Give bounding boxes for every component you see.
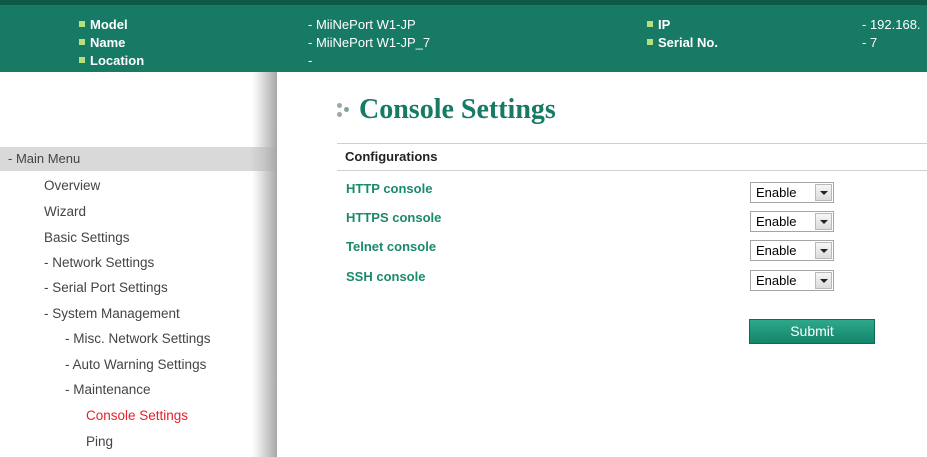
submit-button[interactable]: Submit — [749, 319, 875, 344]
bullet-icon — [79, 39, 85, 45]
main-menu-header[interactable]: - Main Menu — [0, 147, 277, 171]
menu-item-console-settings[interactable]: Console Settings — [86, 408, 188, 423]
chevron-down-icon[interactable] — [815, 213, 832, 230]
bullet-icon — [79, 57, 85, 63]
chevron-down-icon[interactable] — [815, 184, 832, 201]
serial-label: Serial No. — [647, 35, 718, 50]
https-console-label: HTTPS console — [346, 210, 442, 225]
menu-item-network-settings[interactable]: - Network Settings — [44, 255, 154, 270]
menu-item-serial-port-settings[interactable]: - Serial Port Settings — [44, 280, 168, 295]
menu-item-wizard[interactable]: Wizard — [44, 204, 86, 219]
bullet-icon — [647, 39, 653, 45]
dots-icon — [337, 101, 355, 119]
menu-item-ping[interactable]: Ping — [86, 434, 113, 449]
name-label: Name — [79, 35, 125, 50]
model-label: Model — [79, 17, 128, 32]
http-console-select[interactable]: Enable — [750, 182, 834, 203]
ssh-console-select[interactable]: Enable — [750, 270, 834, 291]
ssh-console-label: SSH console — [346, 269, 426, 284]
menu-item-system-management[interactable]: - System Management — [44, 306, 180, 321]
serial-value: - 7 — [862, 35, 878, 50]
telnet-console-select[interactable]: Enable — [750, 240, 834, 261]
location-value: - — [308, 53, 313, 68]
menu-item-basic-settings[interactable]: Basic Settings — [44, 230, 130, 245]
telnet-console-label: Telnet console — [346, 239, 437, 254]
https-console-select[interactable]: Enable — [750, 211, 834, 232]
location-label: Location — [79, 53, 144, 68]
name-value: - MiiNePort W1-JP_7 — [308, 35, 431, 50]
menu-item-maintenance[interactable]: - Maintenance — [65, 382, 151, 397]
ip-label: IP — [647, 17, 670, 32]
bullet-icon — [79, 21, 85, 27]
model-value: - MiiNePort W1-JP — [308, 17, 416, 32]
page-title: Console Settings — [337, 92, 556, 128]
chevron-down-icon[interactable] — [815, 242, 832, 259]
http-console-label: HTTP console — [346, 181, 433, 196]
ip-value: - 192.168. — [862, 17, 921, 32]
bullet-icon — [647, 21, 653, 27]
menu-item-auto-warning-settings[interactable]: - Auto Warning Settings — [65, 357, 206, 372]
configurations-section-header: Configurations — [337, 143, 927, 171]
sidebar: - Main Menu Overview Wizard Basic Settin… — [0, 72, 277, 457]
menu-item-overview[interactable]: Overview — [44, 178, 100, 193]
chevron-down-icon[interactable] — [815, 272, 832, 289]
menu-item-misc-network-settings[interactable]: - Misc. Network Settings — [65, 331, 211, 346]
device-info-header: Model - MiiNePort W1-JP Name - MiiNePort… — [0, 0, 927, 72]
